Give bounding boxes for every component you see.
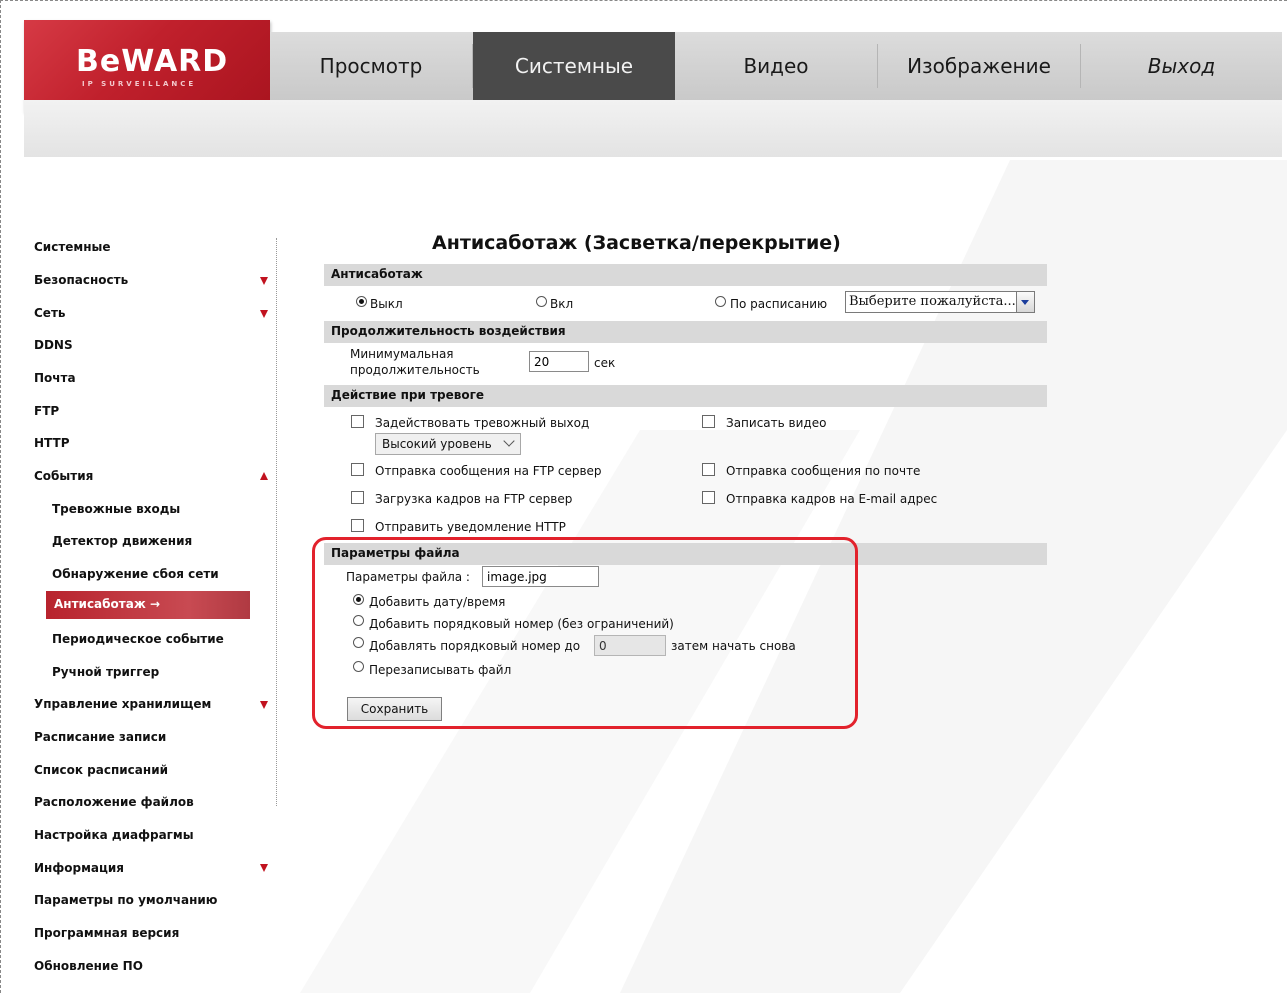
sidebar-item-defaults[interactable]: Параметры по умолчанию [34, 893, 217, 907]
logo-text: BeWARD [76, 44, 229, 79]
section-header-antisabotage: Антисаботаж [324, 264, 1047, 286]
sidebar-item-network[interactable]: Сеть [34, 306, 66, 320]
sidebar-item-periodic-event[interactable]: Периодическое событие [52, 632, 224, 646]
top-navigation: Просмотр Системные Видео Изображение Вых… [270, 32, 1282, 100]
nav-tab-video[interactable]: Видео [675, 32, 877, 100]
sidebar-item-events[interactable]: События [34, 469, 93, 483]
mode-off-radio[interactable] [356, 296, 367, 307]
sidebar-item-label: Антисаботаж → [54, 597, 161, 611]
mode-schedule-radio[interactable] [715, 296, 726, 307]
sidebar-item-alarm-inputs[interactable]: Тревожные входы [52, 502, 180, 516]
email-frames-checkbox[interactable] [702, 491, 715, 504]
nav-tab-logout[interactable]: Выход [1081, 32, 1282, 100]
ftp-upload-label: Загрузка кадров на FTP сервер [375, 492, 573, 506]
section-header-duration: Продолжительность воздействия [324, 321, 1047, 343]
duration-label-line2: продолжительность [350, 363, 480, 377]
section-title: Действие при тревоге [331, 388, 485, 402]
expand-arrow-icon[interactable] [260, 701, 268, 709]
alarm-level-value: Высокий уровень [382, 437, 492, 451]
expand-arrow-icon[interactable] [260, 310, 268, 318]
mode-off-label: Выкл [370, 297, 403, 311]
mail-message-label: Отправка сообщения по почте [726, 464, 921, 478]
sidebar-item-info[interactable]: Информация [34, 861, 124, 875]
sidebar-divider [276, 238, 277, 806]
page-title: Антисаботаж (Засветка/перекрытие) [432, 232, 841, 254]
sidebar-item-security[interactable]: Безопасность [34, 273, 128, 287]
duration-label-line1: Минимумальная [350, 347, 454, 361]
sidebar-item-system[interactable]: Системные [34, 240, 111, 254]
sidebar-item-antisabotage[interactable]: Антисаботаж → [46, 591, 250, 619]
email-frames-label: Отправка кадров на E-mail адрес [726, 492, 938, 506]
nav-tab-system[interactable]: Системные [473, 32, 675, 100]
http-notify-checkbox[interactable] [351, 519, 364, 532]
sidebar-item-firmware-version[interactable]: Программная версия [34, 926, 179, 940]
ftp-message-label: Отправка сообщения на FTP сервер [375, 464, 602, 478]
sidebar-item-record-schedule[interactable]: Расписание записи [34, 730, 166, 744]
header-band [24, 100, 1282, 157]
http-notify-label: Отправить уведомление HTTP [375, 520, 566, 534]
expand-arrow-icon[interactable] [260, 864, 268, 872]
mode-on-radio[interactable] [536, 296, 547, 307]
sidebar-item-iris[interactable]: Настройка диафрагмы [34, 828, 194, 842]
sidebar-item-firmware-update[interactable]: Обновление ПО [34, 959, 143, 973]
sidebar-item-mail[interactable]: Почта [34, 371, 76, 385]
expand-arrow-icon[interactable] [260, 277, 268, 285]
mode-on-label: Вкл [550, 297, 574, 311]
sidebar-item-ftp[interactable]: FTP [34, 404, 59, 418]
ftp-message-checkbox[interactable] [351, 463, 364, 476]
collapse-arrow-icon[interactable] [260, 472, 268, 480]
sidebar-item-http[interactable]: HTTP [34, 436, 69, 450]
sidebar-item-schedule-list[interactable]: Список расписаний [34, 763, 168, 777]
chevron-down-icon [503, 435, 515, 447]
sidebar-item-ddns[interactable]: DDNS [34, 338, 73, 352]
record-video-checkbox[interactable] [702, 415, 715, 428]
alarm-level-select[interactable]: Высокий уровень [375, 433, 521, 455]
brand-logo[interactable]: BeWARD IP SURVEILLANCE [24, 20, 270, 112]
sidebar-item-motion-detector[interactable]: Детектор движения [52, 534, 192, 548]
sidebar-item-file-location[interactable]: Расположение файлов [34, 795, 194, 809]
schedule-select-value: Выберите пожалуйста... [849, 294, 1016, 309]
dropdown-arrow-icon[interactable] [1016, 292, 1034, 312]
nav-tab-image[interactable]: Изображение [878, 32, 1080, 100]
mail-message-checkbox[interactable] [702, 463, 715, 476]
section-title: Антисаботаж [331, 267, 423, 281]
sidebar-item-network-failure[interactable]: Обнаружение сбоя сети [52, 567, 219, 581]
duration-input[interactable] [529, 351, 589, 372]
schedule-select[interactable]: Выберите пожалуйста... [845, 291, 1035, 313]
nav-tab-view[interactable]: Просмотр [270, 32, 472, 100]
ftp-upload-checkbox[interactable] [351, 491, 364, 504]
annotation-highlight-box [312, 537, 858, 729]
section-title: Продолжительность воздействия [331, 324, 566, 338]
sidebar-item-manual-trigger[interactable]: Ручной триггер [52, 665, 159, 679]
alarm-out-label: Задействовать тревожный выход [375, 416, 590, 430]
sidebar-item-storage[interactable]: Управление хранилищем [34, 697, 211, 711]
duration-unit: сек [594, 356, 616, 370]
logo-subtext: IP SURVEILLANCE [82, 80, 197, 88]
record-video-label: Записать видео [726, 416, 827, 430]
mode-schedule-label: По расписанию [730, 297, 828, 311]
alarm-out-checkbox[interactable] [351, 415, 364, 428]
section-header-alarm-action: Действие при тревоге [324, 385, 1047, 407]
